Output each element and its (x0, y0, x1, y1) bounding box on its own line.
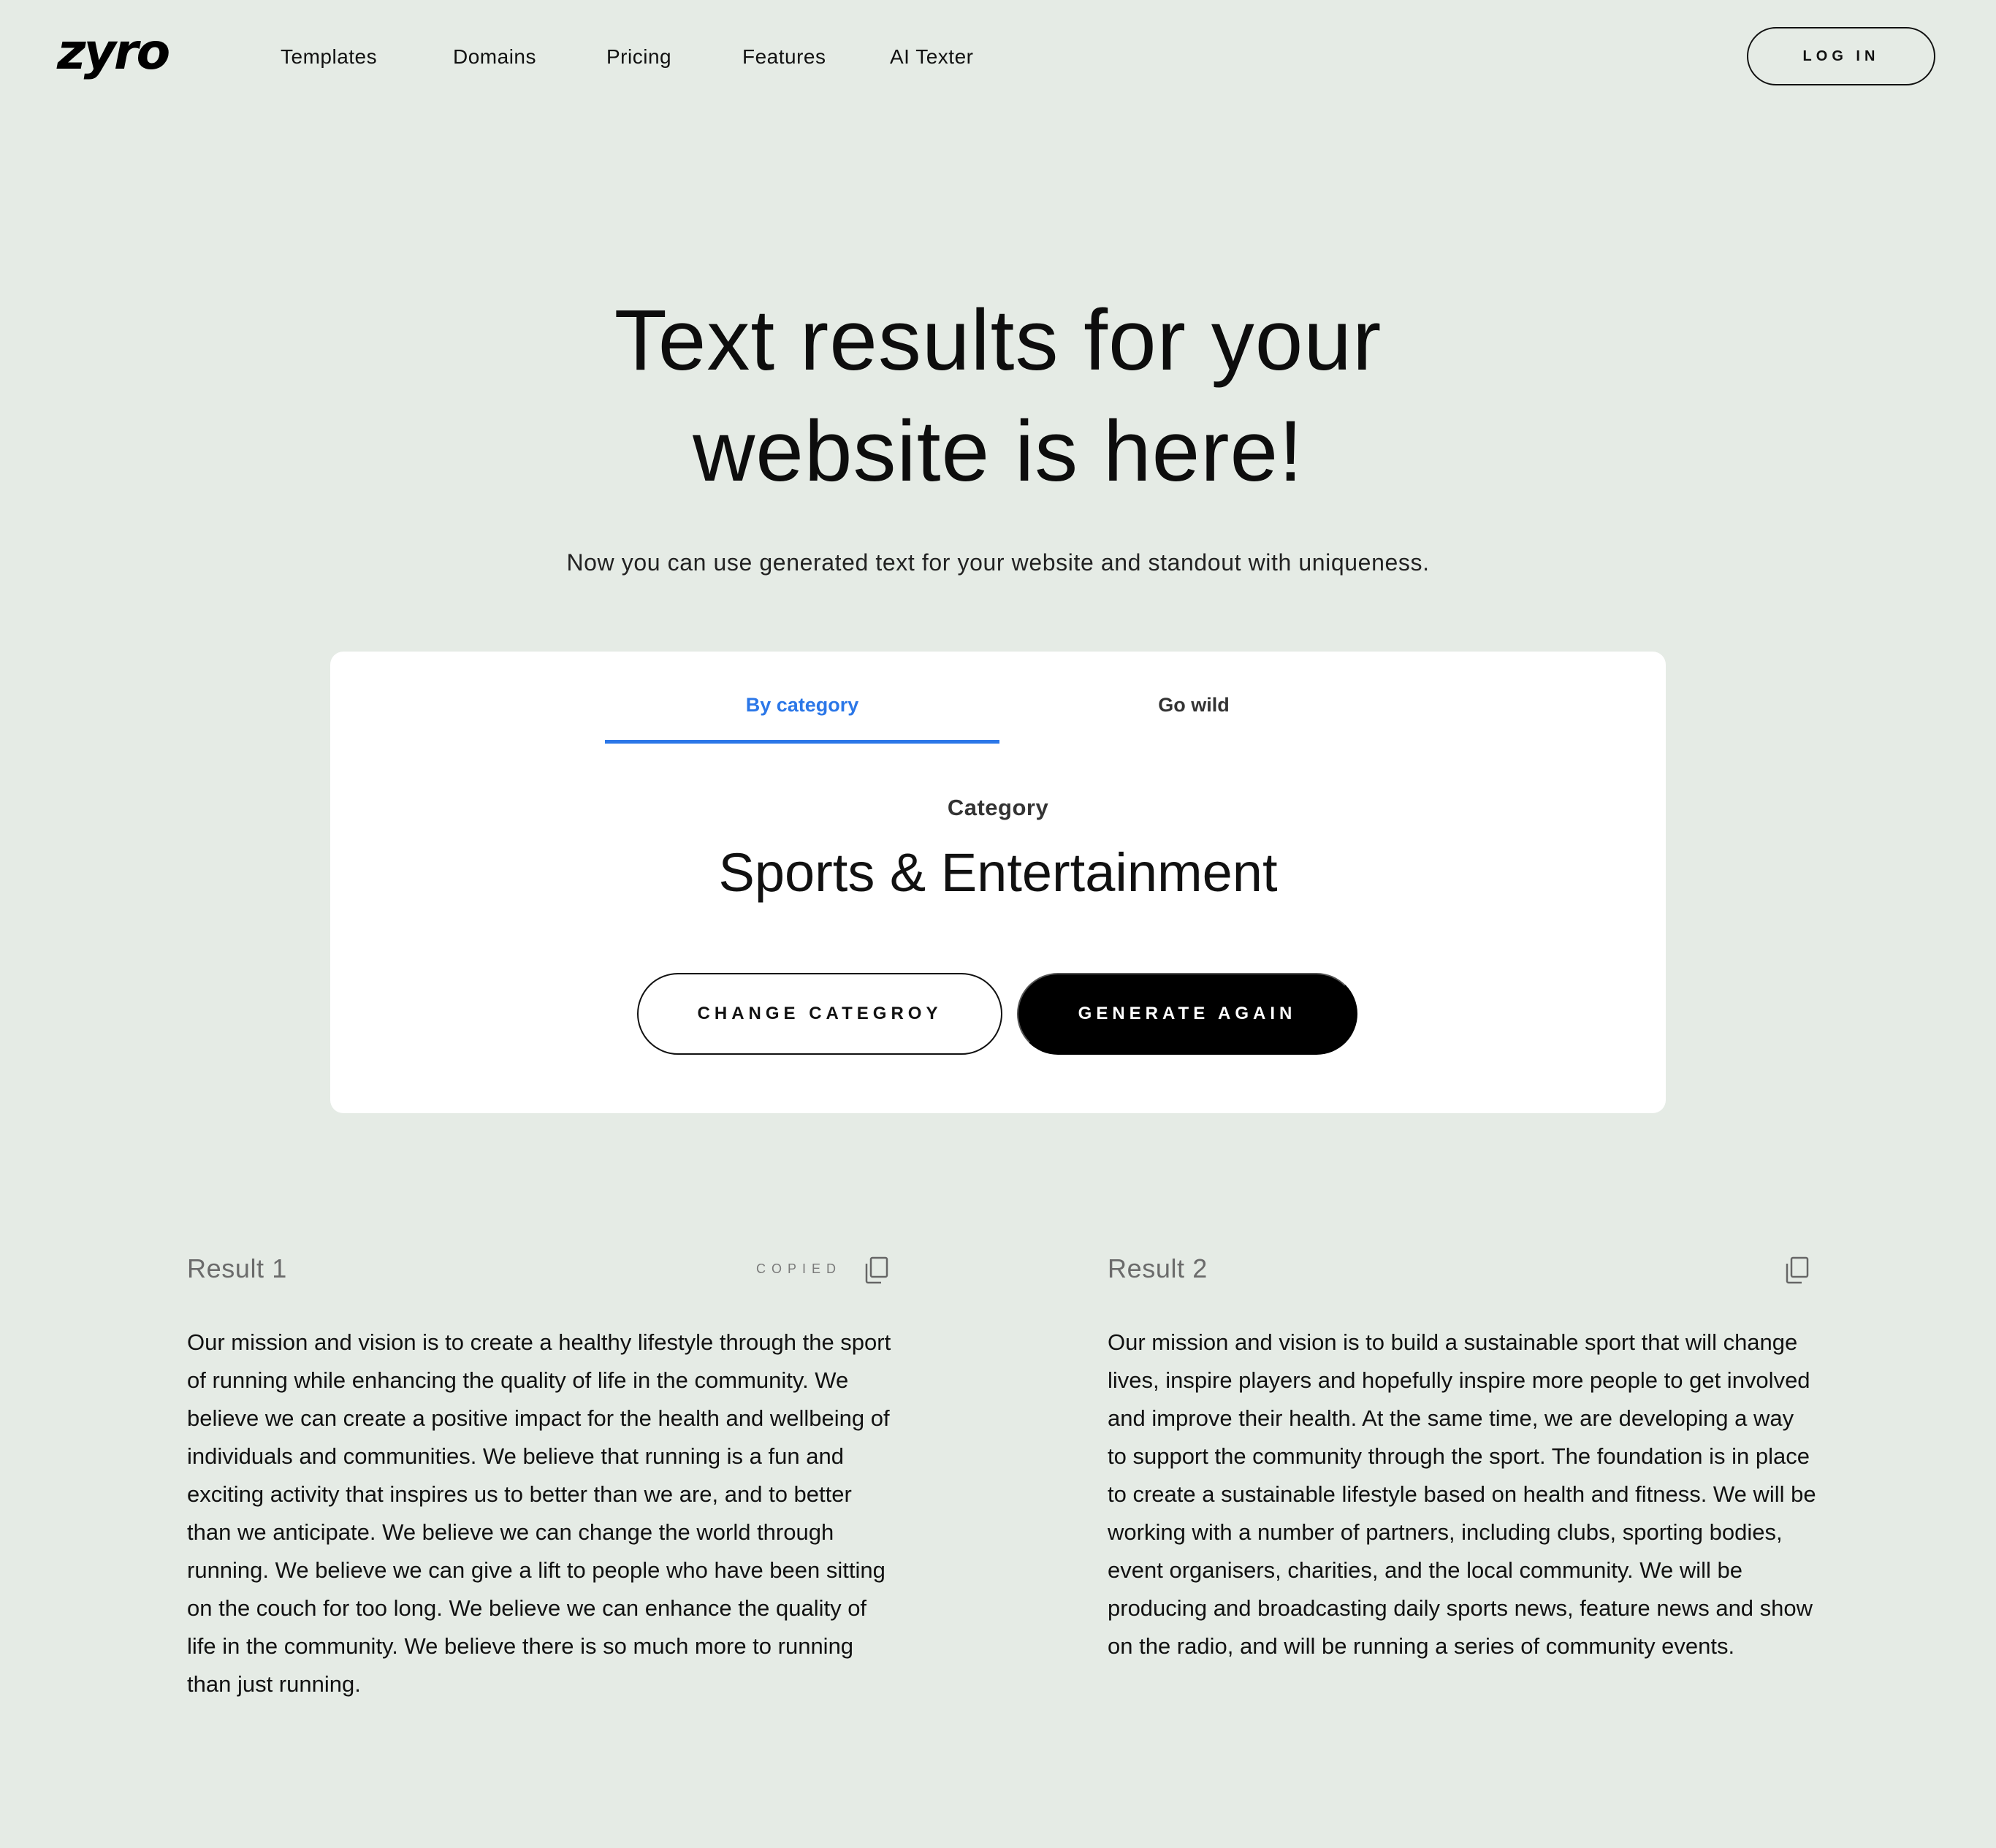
page-title-line-1: Text results for your (614, 292, 1382, 389)
nav-ai-texter[interactable]: AI Texter (890, 42, 973, 72)
page: zyro Templates Domains Pricing Features … (0, 0, 1996, 1848)
page-subtitle: Now you can use generated text for your … (566, 549, 1430, 576)
copy-icon[interactable] (1784, 1256, 1809, 1284)
nav-domains[interactable]: Domains (453, 42, 536, 72)
result-text: Our mission and vision is to build a sus… (1108, 1329, 1816, 1659)
zyro-logo[interactable]: zyro (57, 28, 170, 77)
change-category-button[interactable]: CHANGE CATEGROY (637, 973, 1002, 1055)
login-button[interactable]: LOG IN (1747, 27, 1935, 85)
tab-go-wild[interactable]: Go wild (997, 687, 1391, 733)
generator-card: By category Go wild Category Sports & En… (330, 652, 1666, 1113)
nav-templates[interactable]: Templates (281, 42, 377, 72)
copy-icon[interactable] (864, 1256, 888, 1284)
page-title: Text results for your website is here! (0, 285, 1996, 507)
category-label: Category (947, 795, 1049, 820)
nav-pricing[interactable]: Pricing (606, 42, 671, 72)
tab-by-category[interactable]: By category (605, 687, 999, 744)
result-text: Our mission and vision is to create a he… (187, 1329, 891, 1697)
page-title-line-2: website is here! (693, 403, 1303, 500)
result-title: Result 1 (187, 1253, 287, 1283)
category-value: Sports & Entertainment (718, 842, 1278, 903)
result-title: Result 2 (1108, 1253, 1208, 1283)
nav-features[interactable]: Features (742, 42, 826, 72)
generate-again-button[interactable]: GENERATE AGAIN (1017, 973, 1357, 1055)
copied-status: COPIED (755, 1261, 842, 1276)
